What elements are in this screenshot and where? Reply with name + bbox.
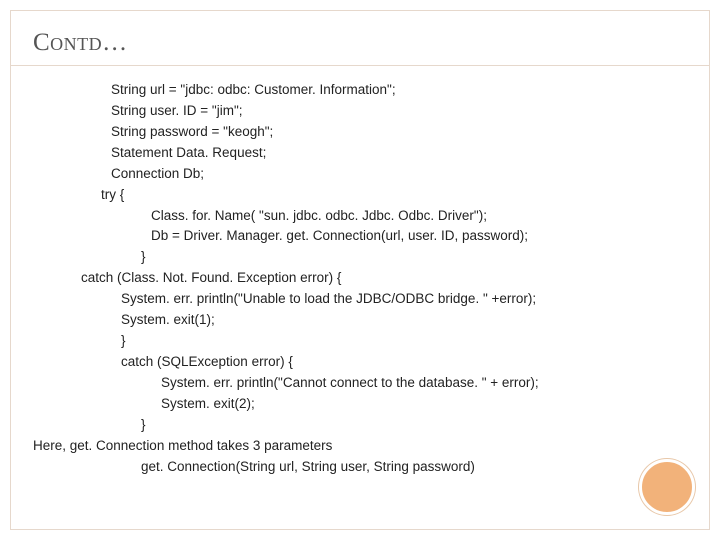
code-line: System. err. println("Unable to load the… <box>33 289 687 310</box>
code-line: Statement Data. Request; <box>33 143 687 164</box>
code-line: Connection Db; <box>33 164 687 185</box>
title-wrap: Contd… <box>11 29 709 66</box>
code-line: Db = Driver. Manager. get. Connection(ur… <box>33 226 687 247</box>
code-block: String url = "jdbc: odbc: Customer. Info… <box>11 66 709 478</box>
code-line: String url = "jdbc: odbc: Customer. Info… <box>33 80 687 101</box>
code-line: System. exit(2); <box>33 394 687 415</box>
note-line: get. Connection(String url, String user,… <box>33 457 687 478</box>
decorative-circle-icon <box>639 459 695 515</box>
code-line: Class. for. Name( "sun. jdbc. odbc. Jdbc… <box>33 206 687 227</box>
note-line: Here, get. Connection method takes 3 par… <box>33 436 687 457</box>
code-line: catch (Class. Not. Found. Exception erro… <box>33 268 687 289</box>
code-line: System. exit(1); <box>33 310 687 331</box>
slide-frame: Contd… String url = "jdbc: odbc: Custome… <box>10 10 710 530</box>
code-line: catch (SQLException error) { <box>33 352 687 373</box>
slide-title: Contd… <box>33 29 687 57</box>
code-line: String password = "keogh"; <box>33 122 687 143</box>
code-line: try { <box>33 185 687 206</box>
code-line: } <box>33 415 687 436</box>
code-line: } <box>33 247 687 268</box>
code-line: System. err. println("Cannot connect to … <box>33 373 687 394</box>
code-line: String user. ID = "jim"; <box>33 101 687 122</box>
code-line: } <box>33 331 687 352</box>
